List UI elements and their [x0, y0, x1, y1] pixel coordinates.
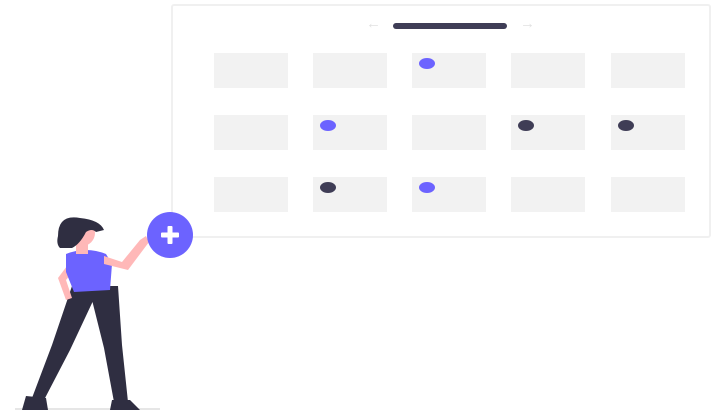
- head: [69, 220, 95, 246]
- calendar-day-cell[interactable]: [511, 177, 585, 212]
- calendar-day-cell[interactable]: [611, 53, 685, 88]
- event-dot: [618, 120, 634, 131]
- calendar-day-cell[interactable]: [412, 115, 486, 150]
- event-dot: [320, 182, 336, 193]
- calendar-day-cell[interactable]: [214, 53, 288, 88]
- add-event-button[interactable]: [147, 212, 193, 258]
- calendar-day-cell[interactable]: [511, 53, 585, 88]
- calendar-day-cell[interactable]: [214, 177, 288, 212]
- calendar-day-cell[interactable]: [313, 115, 387, 150]
- calendar-day-cell[interactable]: [412, 177, 486, 212]
- calendar-day-cell[interactable]: [313, 53, 387, 88]
- calendar-day-cell[interactable]: [511, 115, 585, 150]
- back-arm: [58, 262, 76, 300]
- calendar-day-cell[interactable]: [313, 177, 387, 212]
- calendar-day-cell[interactable]: [412, 53, 486, 88]
- torso-shirt: [66, 250, 112, 292]
- event-dot: [419, 58, 435, 69]
- right-shoe: [110, 400, 140, 410]
- calendar-grid: [173, 6, 713, 236]
- calendar-day-cell[interactable]: [214, 115, 288, 150]
- right-leg: [84, 286, 128, 402]
- event-dot: [320, 120, 336, 131]
- left-leg: [32, 286, 100, 400]
- calendar-day-cell[interactable]: [611, 177, 685, 212]
- event-dot: [419, 182, 435, 193]
- calendar-card: ← →: [171, 4, 711, 238]
- calendar-day-cell[interactable]: [611, 115, 685, 150]
- left-shoe: [22, 396, 48, 410]
- event-dot: [518, 120, 534, 131]
- raised-arm: [104, 236, 149, 270]
- hair: [57, 217, 104, 248]
- neck: [76, 240, 88, 254]
